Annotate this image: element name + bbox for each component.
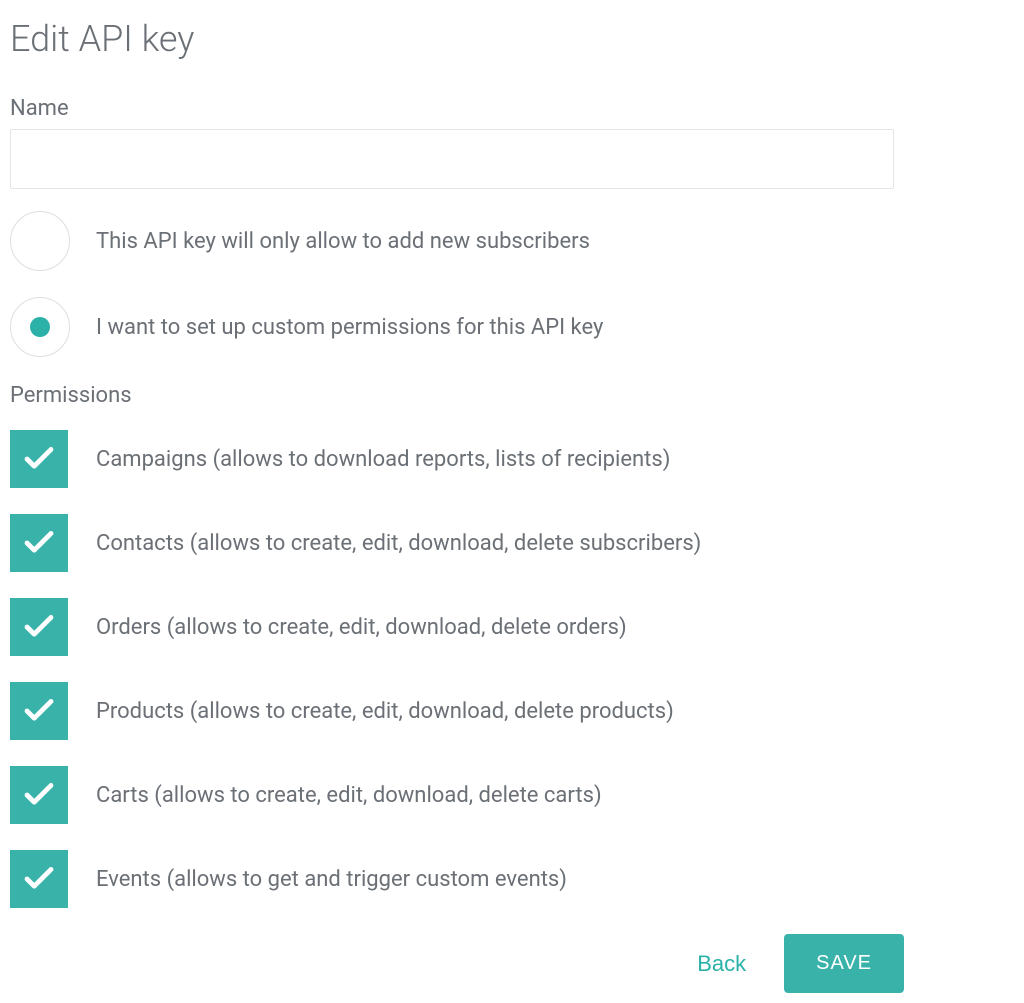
- checkbox[interactable]: [10, 766, 68, 824]
- checkbox[interactable]: [10, 514, 68, 572]
- check-icon: [24, 783, 54, 807]
- permission-row-orders: Orders (allows to create, edit, download…: [10, 598, 1014, 656]
- check-icon: [24, 531, 54, 555]
- checkbox[interactable]: [10, 598, 68, 656]
- permissions-section-label: Permissions: [10, 383, 1014, 408]
- checkbox[interactable]: [10, 430, 68, 488]
- radio-option-custom-permissions[interactable]: I want to set up custom permissions for …: [10, 297, 1014, 357]
- permission-row-products: Products (allows to create, edit, downlo…: [10, 682, 1014, 740]
- name-label: Name: [10, 96, 1014, 121]
- button-row: Back SAVE: [10, 934, 904, 993]
- name-input[interactable]: [10, 129, 894, 189]
- permission-row-contacts: Contacts (allows to create, edit, downlo…: [10, 514, 1014, 572]
- permission-row-carts: Carts (allows to create, edit, download,…: [10, 766, 1014, 824]
- check-icon: [24, 867, 54, 891]
- permission-label: Orders (allows to create, edit, download…: [96, 615, 627, 640]
- permissions-list: Campaigns (allows to download reports, l…: [10, 430, 1014, 908]
- radio-button[interactable]: [10, 297, 70, 357]
- permission-label: Carts (allows to create, edit, download,…: [96, 783, 602, 808]
- radio-label: This API key will only allow to add new …: [96, 229, 590, 254]
- permission-label: Events (allows to get and trigger custom…: [96, 867, 567, 892]
- back-button[interactable]: Back: [697, 951, 746, 977]
- permission-label: Campaigns (allows to download reports, l…: [96, 447, 670, 472]
- permission-label: Contacts (allows to create, edit, downlo…: [96, 531, 701, 556]
- radio-label: I want to set up custom permissions for …: [96, 315, 603, 340]
- radio-option-subscribers-only[interactable]: This API key will only allow to add new …: [10, 211, 1014, 271]
- radio-dot-icon: [30, 317, 50, 337]
- page-title: Edit API key: [10, 18, 1014, 60]
- radio-button[interactable]: [10, 211, 70, 271]
- checkbox[interactable]: [10, 850, 68, 908]
- check-icon: [24, 615, 54, 639]
- save-button[interactable]: SAVE: [784, 934, 904, 993]
- check-icon: [24, 699, 54, 723]
- check-icon: [24, 447, 54, 471]
- permission-row-campaigns: Campaigns (allows to download reports, l…: [10, 430, 1014, 488]
- permission-mode-radio-group: This API key will only allow to add new …: [10, 211, 1014, 357]
- checkbox[interactable]: [10, 682, 68, 740]
- permission-label: Products (allows to create, edit, downlo…: [96, 699, 674, 724]
- permission-row-events: Events (allows to get and trigger custom…: [10, 850, 1014, 908]
